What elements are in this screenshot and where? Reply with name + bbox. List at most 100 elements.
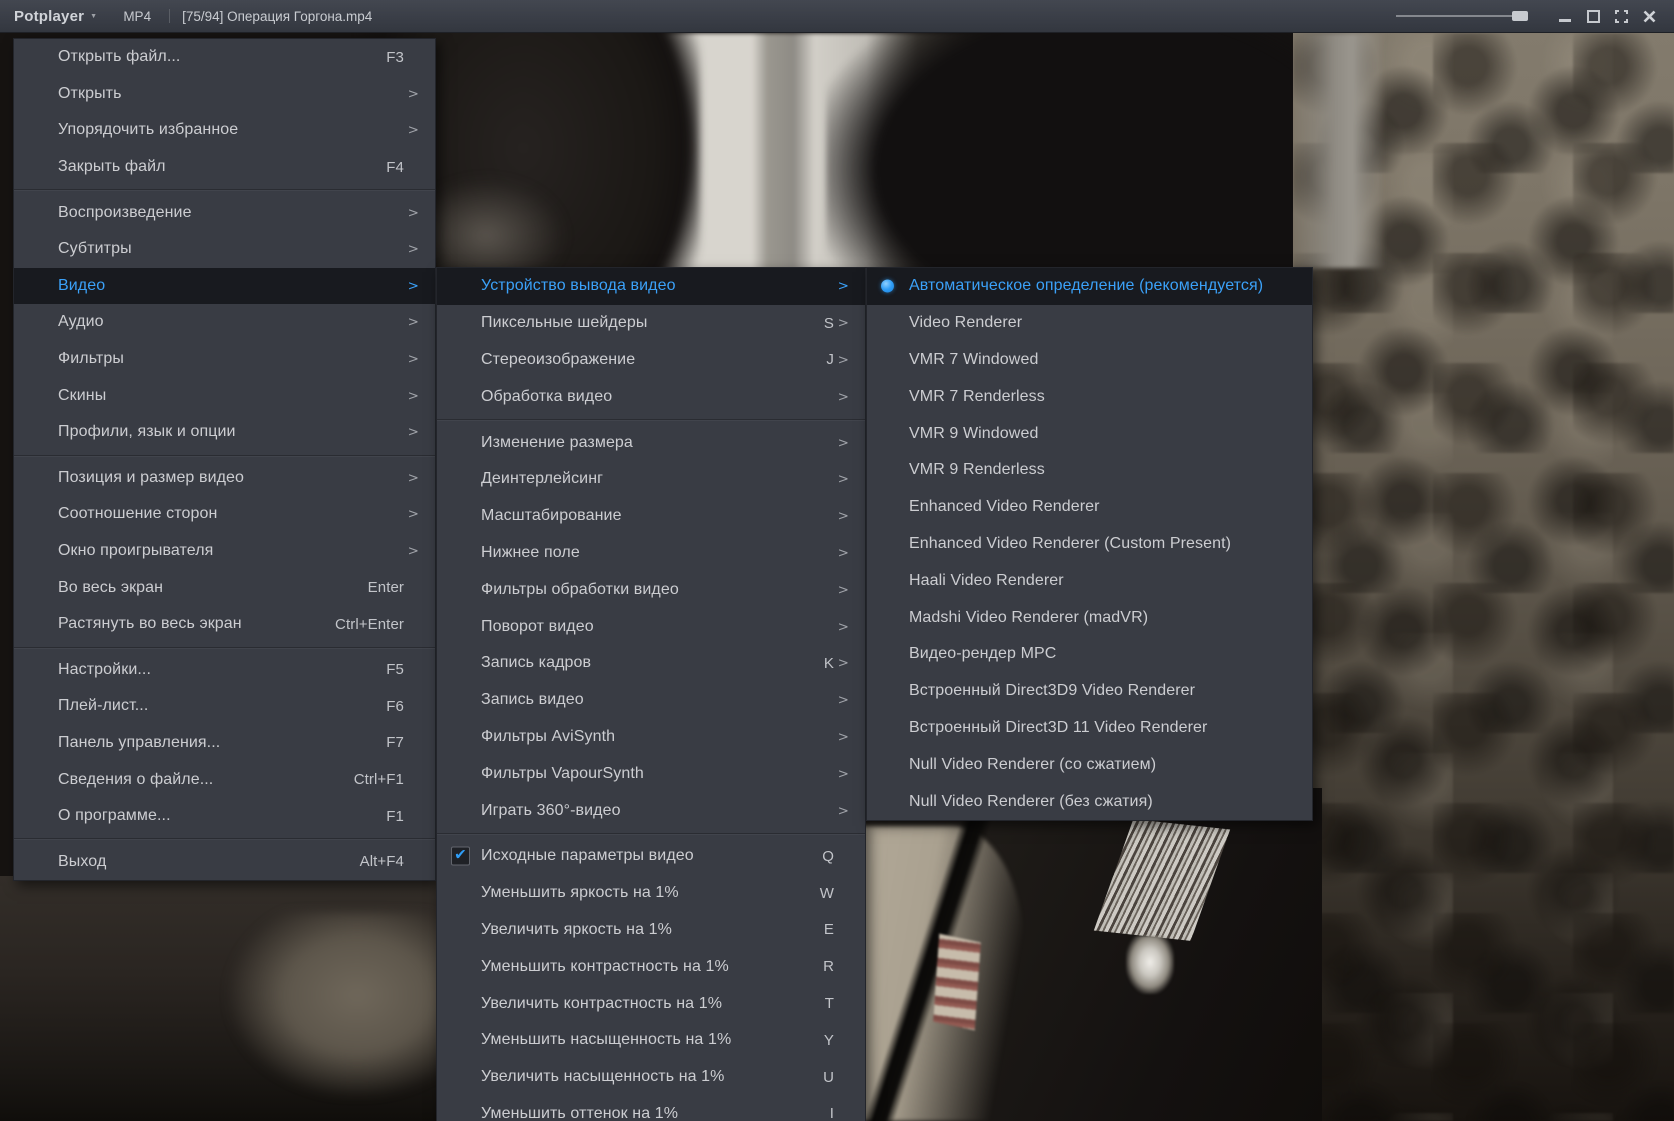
menu-item[interactable]: Профили, язык и опции> <box>14 414 435 451</box>
menu-item-shortcut: K <box>824 655 834 672</box>
menu-item-label: Enhanced Video Renderer (Custom Present) <box>909 535 1281 553</box>
app-logo: Potplayer <box>14 8 84 25</box>
menu-item[interactable]: Сведения о файле... Ctrl+F1 <box>14 761 435 798</box>
menu-item-shortcut: F5 <box>386 661 404 678</box>
menu-item[interactable]: Поворот видео> <box>437 608 865 645</box>
menu-item[interactable]: Устройство вывода видео> <box>437 268 865 305</box>
menu-item[interactable]: VMR 7 Windowed <box>867 342 1312 379</box>
menu-item-shortcut: Ctrl+F1 <box>354 771 404 788</box>
menu-item[interactable]: Обработка видео> <box>437 378 865 415</box>
menu-item[interactable]: Упорядочить избранное> <box>14 112 435 149</box>
titlebar: Potplayer ▼ MP4 [75/94] Операция Горгона… <box>0 0 1674 33</box>
menu-item[interactable]: VMR 9 Windowed <box>867 415 1312 452</box>
volume-slider[interactable] <box>1396 9 1528 23</box>
menu-item[interactable]: Играть 360°-видео> <box>437 792 865 829</box>
menu-item-label: VMR 9 Windowed <box>909 425 1281 443</box>
menu-item-label: Madshi Video Renderer (madVR) <box>909 609 1281 627</box>
volume-slider-track[interactable] <box>1396 15 1514 17</box>
menu-item[interactable]: Автоматическое определение (рекомендуетс… <box>867 268 1312 305</box>
menu-item-label: Стереоизображение <box>481 351 804 369</box>
menu-item-label: VMR 7 Windowed <box>909 351 1281 369</box>
menu-item[interactable]: Фильтры обработки видео> <box>437 571 865 608</box>
menu-item[interactable]: Видео-рендер MPC <box>867 636 1312 673</box>
menu-item[interactable]: Уменьшить оттенок на 1%I <box>437 1096 865 1121</box>
menu-separator <box>14 451 435 460</box>
menu-item[interactable]: Уменьшить контрастность на 1% R <box>437 948 865 985</box>
menu-item[interactable]: Null Video Renderer (со сжатием) <box>867 746 1312 783</box>
menu-item[interactable]: Воспроизведение> <box>14 194 435 231</box>
volume-slider-handle[interactable] <box>1512 11 1528 21</box>
menu-item[interactable]: VMR 9 Renderless <box>867 452 1312 489</box>
menu-item[interactable]: Нижнее поле> <box>437 535 865 572</box>
menu-item[interactable]: Уменьшить насыщенность на 1%Y <box>437 1022 865 1059</box>
menu-item-shortcut: F4 <box>386 159 404 176</box>
menu-item[interactable]: Madshi Video Renderer (madVR) <box>867 599 1312 636</box>
menu-item-label: Скины <box>58 387 404 405</box>
menu-item[interactable]: VMR 7 Renderless <box>867 378 1312 415</box>
menu-item[interactable]: Скины> <box>14 377 435 414</box>
menu-item[interactable]: Закрыть файлF4 <box>14 149 435 186</box>
maximize-button[interactable] <box>1582 5 1604 27</box>
menu-item-label: Уменьшить контрастность на 1% <box>481 958 801 976</box>
close-button[interactable] <box>1638 5 1660 27</box>
menu-item[interactable]: СтереоизображениеJ> <box>437 342 865 379</box>
menu-item-shortcut: T <box>825 995 834 1012</box>
menu-item[interactable]: Запись видео> <box>437 682 865 719</box>
menu-item[interactable]: Фильтры AviSynth> <box>437 719 865 756</box>
menu-item[interactable]: Уменьшить яркость на 1%W <box>437 875 865 912</box>
submenu-arrow-icon: > <box>404 86 419 102</box>
menu-item[interactable]: Запись кадровK> <box>437 645 865 682</box>
menu-item[interactable]: Haali Video Renderer <box>867 562 1312 599</box>
menu-item[interactable]: Деинтерлейсинг> <box>437 461 865 498</box>
menu-item[interactable]: Фильтры> <box>14 341 435 378</box>
menu-item-label: Плей-лист... <box>58 697 364 715</box>
menu-item[interactable]: Позиция и размер видео> <box>14 460 435 497</box>
menu-item[interactable]: Во весь экранEnter <box>14 569 435 606</box>
menu-item[interactable]: ✔Исходные параметры видеоQ <box>437 838 865 875</box>
submenu-arrow-icon: > <box>404 388 419 404</box>
menu-item[interactable]: О программе...F1 <box>14 798 435 835</box>
menu-item[interactable]: Соотношение сторон> <box>14 496 435 533</box>
menu-item[interactable]: Enhanced Video Renderer <box>867 489 1312 526</box>
menu-item[interactable]: Увеличить яркость на 1%E <box>437 912 865 949</box>
submenu-arrow-icon: > <box>834 766 849 782</box>
main-context-menu: Открыть файл...F3Открыть>Упорядочить изб… <box>13 38 436 881</box>
menu-item[interactable]: Масштабирование> <box>437 498 865 535</box>
menu-item[interactable]: Панель управления...F7 <box>14 725 435 762</box>
menu-item[interactable]: Встроенный Direct3D9 Video Renderer <box>867 673 1312 710</box>
menu-item-label: Встроенный Direct3D 11 Video Renderer <box>909 719 1281 737</box>
submenu-arrow-icon: > <box>834 545 849 561</box>
menu-item-shortcut: R <box>823 958 834 975</box>
menu-item[interactable]: Открыть файл...F3 <box>14 39 435 76</box>
app-menu-button[interactable]: Potplayer ▼ <box>14 8 97 25</box>
menu-item[interactable]: Субтитры> <box>14 231 435 268</box>
menu-item[interactable]: ВыходAlt+F4 <box>14 843 435 880</box>
menu-item-shortcut: Alt+F4 <box>360 853 404 870</box>
menu-item[interactable]: Enhanced Video Renderer (Custom Present) <box>867 526 1312 563</box>
menu-item[interactable]: Изменение размера> <box>437 424 865 461</box>
menu-item[interactable]: Открыть> <box>14 76 435 113</box>
menu-item[interactable]: Аудио> <box>14 304 435 341</box>
menu-item[interactable]: Video Renderer <box>867 305 1312 342</box>
menu-item[interactable]: Null Video Renderer (без сжатия) <box>867 783 1312 820</box>
menu-item[interactable]: Плей-лист...F6 <box>14 688 435 725</box>
menu-item[interactable]: Окно проигрывателя> <box>14 533 435 570</box>
fullscreen-icon <box>1615 10 1628 23</box>
menu-item[interactable]: Увеличить контрастность на 1%T <box>437 985 865 1022</box>
menu-item[interactable]: Видео> <box>14 268 435 305</box>
submenu-arrow-icon: > <box>404 205 419 221</box>
menu-item-label: Сведения о файле... <box>58 771 332 789</box>
menu-item-label: Изменение размера <box>481 434 834 452</box>
menu-item-shortcut: F1 <box>386 808 404 825</box>
menu-item[interactable]: Фильтры VapourSynth> <box>437 755 865 792</box>
menu-item[interactable]: Увеличить насыщенность на 1%U <box>437 1059 865 1096</box>
submenu-arrow-icon: > <box>404 122 419 138</box>
menu-item[interactable]: Встроенный Direct3D 11 Video Renderer <box>867 710 1312 747</box>
submenu-arrow-icon: > <box>404 351 419 367</box>
menu-item[interactable]: Настройки...F5 <box>14 652 435 689</box>
fullscreen-button[interactable] <box>1610 5 1632 27</box>
menu-item[interactable]: Пиксельные шейдерыS> <box>437 305 865 342</box>
minimize-button[interactable] <box>1554 5 1576 27</box>
menu-item[interactable]: Растянуть во весь экранCtrl+Enter <box>14 606 435 643</box>
window-controls <box>1396 5 1674 27</box>
